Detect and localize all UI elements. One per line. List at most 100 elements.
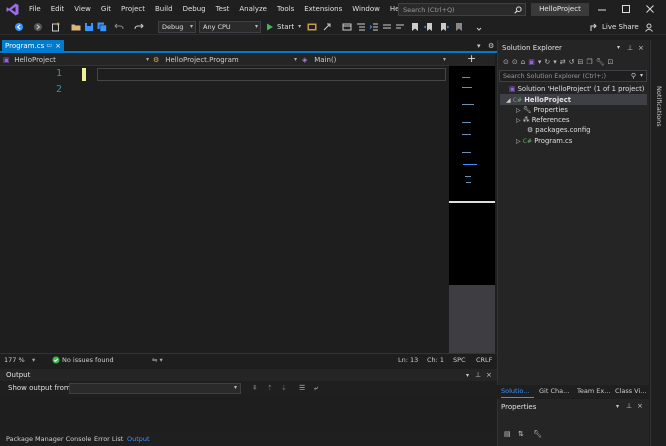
whitespace-indicator[interactable]: SPC [453,355,466,366]
expanded-arrow-icon[interactable]: ◢ [506,97,511,104]
collapsed-arrow-icon[interactable]: ▷ [516,138,521,145]
menu-test[interactable]: Test [211,0,235,19]
menu-analyze[interactable]: Analyze [234,0,272,19]
tab-team-explorer[interactable]: Team Ex... [577,385,611,398]
output-text-area[interactable] [0,396,497,432]
bookmark-icon[interactable] [410,22,420,32]
minimize-icon[interactable] [596,4,608,15]
chevron-down-icon[interactable]: ▾ [616,403,619,410]
menu-build[interactable]: Build [150,0,178,19]
back-icon[interactable]: ⊙ [503,58,509,66]
open-folder-icon[interactable] [71,22,81,32]
project-nav-dropdown[interactable]: ▣ HelloProject ▾ [3,54,151,66]
code-cleanup-icon[interactable]: ⇋ ▾ [152,355,163,366]
categorized-icon[interactable]: ▤ [504,430,511,438]
menu-view[interactable]: View [69,0,96,19]
code-editor[interactable] [0,66,449,353]
menu-window[interactable]: Window [347,0,385,19]
menu-extensions[interactable]: Extensions [299,0,347,19]
close-icon[interactable]: × [637,402,643,410]
previous-bookmark-icon[interactable] [424,22,434,32]
tree-project-node[interactable]: ◢ C# HelloProject [506,95,571,105]
notifications-strip[interactable]: Notifications [650,40,666,446]
word-wrap-icon[interactable]: ⤶ [314,384,318,393]
menu-git[interactable]: Git [96,0,116,19]
tab-solution-explorer[interactable]: Solutio... [501,385,534,398]
comment-icon[interactable] [382,22,392,32]
class-nav-dropdown[interactable]: ⚙ HelloProject.Program ▾ [153,54,299,66]
close-icon[interactable] [644,4,656,15]
output-source-select[interactable]: ▾ [69,383,241,394]
tree-item-references[interactable]: ▷ ⁂ References [516,115,570,125]
properties-icon[interactable]: 🔧︎ [596,58,605,66]
pin-icon[interactable]: ⊥ [475,371,481,379]
menu-project[interactable]: Project [116,0,150,19]
collapsed-arrow-icon[interactable]: ▷ [516,107,521,114]
tab-program-cs[interactable]: Program.cs ▭ × [2,40,64,52]
tab-close-icon[interactable]: × [55,40,61,52]
chevron-down-icon[interactable]: ▾ [32,355,35,366]
switch-views-icon[interactable]: ▣ [528,58,535,66]
global-search-input[interactable]: Search (Ctrl+Q) [398,3,526,16]
navigate-back-icon[interactable] [14,22,24,32]
menu-debug[interactable]: Debug [178,0,211,19]
home-icon[interactable]: ⌂ [521,58,525,66]
gear-icon[interactable]: ⚙ [488,42,494,50]
refresh-icon[interactable]: ↺ [569,58,575,66]
undo-icon[interactable] [114,22,124,32]
tab-class-view[interactable]: Class Vi... [615,385,649,398]
uncomment-icon[interactable] [395,22,405,32]
tab-error-list[interactable]: Error List [94,434,123,444]
feedback-icon[interactable] [644,22,654,32]
tree-item-program-cs[interactable]: ▷ C# Program.cs [516,136,572,146]
indent-icon[interactable] [369,22,379,32]
tree-item-packages-config[interactable]: ⚙ packages.config [527,125,590,135]
alphabetical-icon[interactable]: ⇅ [518,430,524,438]
chevron-down-icon[interactable]: ▾ [640,72,643,79]
line-ending-indicator[interactable]: CRLF [476,355,492,366]
close-icon[interactable]: × [486,371,492,379]
save-icon[interactable] [84,22,94,32]
search-icon[interactable]: ⚲ [631,72,636,80]
navigate-forward-icon[interactable] [33,22,43,32]
find-message-icon[interactable]: ⇞ [252,384,258,392]
wrench-icon[interactable]: 🔧︎ [533,430,542,438]
close-icon[interactable]: × [638,42,644,54]
tree-solution-node[interactable]: ▣ Solution 'HelloProject' (1 of 1 projec… [509,84,644,94]
browse-with-icon[interactable] [307,22,317,32]
format-document-icon[interactable] [356,22,366,32]
collapsed-arrow-icon[interactable]: ▷ [516,117,521,124]
notifications-label[interactable]: Notifications [655,86,663,127]
zoom-level[interactable]: 177 % [4,355,25,366]
pending-changes-filter-icon[interactable]: ↻ [544,58,550,66]
menu-edit[interactable]: Edit [46,0,70,19]
toolbar-overflow-icon[interactable] [474,22,484,32]
member-nav-dropdown[interactable]: ◈ Main() ▾ [302,54,448,66]
tab-git-changes[interactable]: Git Cha... [539,385,573,398]
pin-icon[interactable]: ▭ [46,40,52,52]
pin-icon[interactable]: ⊥ [626,402,632,410]
new-project-icon[interactable] [51,22,61,32]
pin-icon[interactable]: ⊥ [627,42,633,54]
next-bookmark-icon[interactable] [439,22,449,32]
minimap-scrollbar[interactable] [449,66,495,285]
show-all-files-icon[interactable]: ❐ [586,58,592,66]
chevron-down-icon[interactable]: ▾ [466,372,469,379]
chevron-down-icon[interactable]: ▾ [538,58,542,66]
issues-status[interactable]: No issues found [62,355,114,366]
redo-icon[interactable] [134,22,144,32]
toolbox-icon[interactable] [342,22,352,32]
tab-output[interactable]: Output [127,434,150,444]
maximize-icon[interactable] [620,4,632,15]
chevron-down-icon[interactable]: ▾ [298,21,301,33]
forward-icon[interactable]: ⊙ [512,58,518,66]
live-share-button[interactable]: Live Share [590,21,639,33]
split-window-icon[interactable]: + [467,52,476,65]
previous-message-icon[interactable]: ⇡ [267,384,273,392]
hot-reload-icon[interactable] [322,22,332,32]
start-debugging-button[interactable]: Start ▾ [266,21,301,33]
solution-explorer-search-input[interactable]: Search Solution Explorer (Ctrl+;) ⚲ ▾ [499,70,647,82]
tab-package-manager-console[interactable]: Package Manager Console [6,434,91,444]
next-message-icon[interactable]: ⇣ [281,384,287,392]
solution-platform-select[interactable]: Any CPU ▾ [199,21,261,33]
